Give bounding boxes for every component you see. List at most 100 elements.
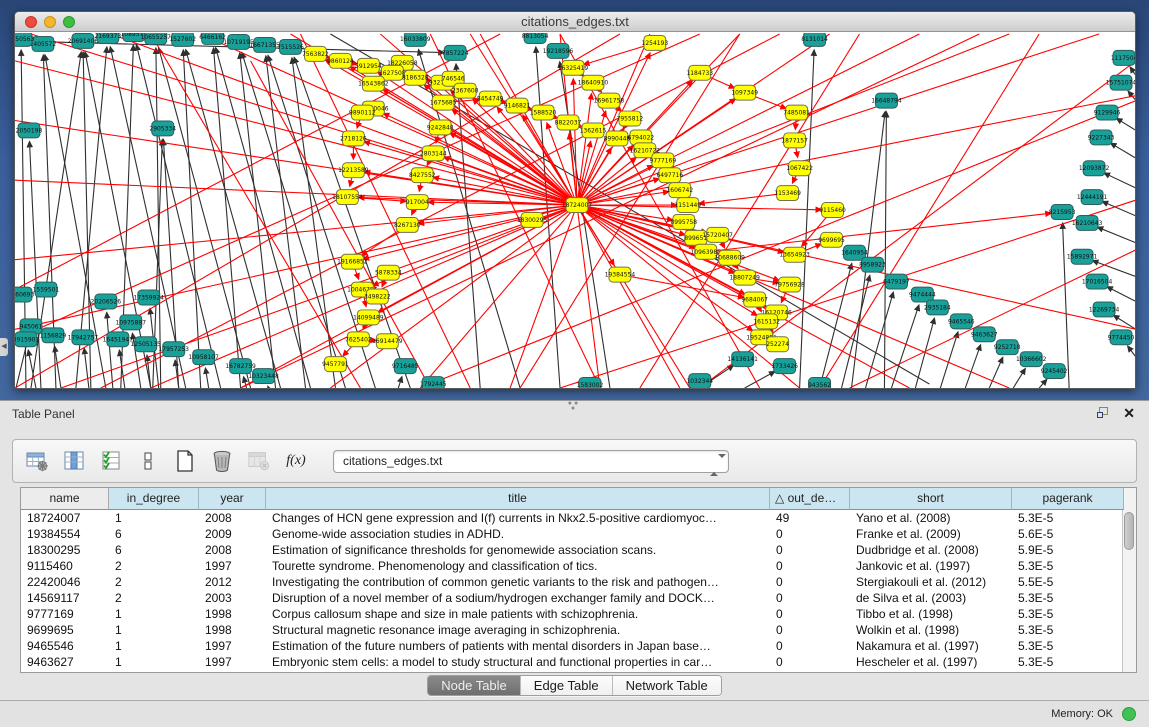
graph-node[interactable]: 7485081 (783, 105, 810, 120)
graph-node[interactable]: 12213589 (338, 163, 369, 178)
graph-node[interactable]: 10975887 (116, 315, 147, 330)
graph-node[interactable]: 1675685 (430, 95, 457, 110)
column-header-out_de[interactable]: △ out_de… (770, 488, 850, 510)
graph-node[interactable]: 1117504 (1111, 50, 1135, 65)
graph-node[interactable]: 9716485 (392, 359, 419, 374)
graph-node[interactable]: 1877157 (781, 133, 808, 148)
graph-node[interactable]: 2935184 (924, 300, 951, 315)
graph-node[interactable]: 6479197 (883, 274, 910, 289)
table-row[interactable]: 1872400712008Changes of HCN gene express… (21, 510, 1136, 526)
graph-node[interactable]: 9699695 (818, 232, 845, 247)
graph-node[interactable]: 13654923 (779, 247, 810, 262)
graph-node[interactable]: 8215953 (1049, 205, 1076, 220)
graph-node[interactable]: 2803144 (420, 146, 447, 161)
table-row[interactable]: 977716911998Corpus callosum shape and si… (21, 606, 1136, 622)
graph-node[interactable]: 14136141 (727, 352, 758, 367)
table-vertical-scrollbar[interactable] (1122, 510, 1136, 672)
graph-node[interactable]: 19166852 (337, 254, 368, 269)
graph-node[interactable]: 9860124 (327, 53, 354, 68)
graph-node[interactable]: 9146821 (504, 98, 531, 113)
graph-node[interactable]: 9227343 (1088, 130, 1115, 145)
graph-node[interactable]: 1184733 (686, 65, 713, 80)
graph-node[interactable]: 18640910 (578, 75, 609, 90)
graph-node[interactable]: 9890112 (349, 105, 376, 120)
node-table[interactable]: namein_degreeyeartitle△ out_de…shortpage… (20, 487, 1137, 673)
graph-node[interactable]: 2169373 (95, 33, 122, 43)
graph-node[interactable]: 9245402 (1041, 364, 1068, 379)
tab-edge-table[interactable]: Edge Table (521, 676, 613, 695)
table-row[interactable]: 946362711997Embryonic stem cells: a mode… (21, 654, 1136, 670)
graph-node[interactable]: 12505135 (131, 337, 162, 352)
table-selector-dropdown[interactable]: citations_edges.txt (333, 450, 729, 473)
graph-node[interactable]: 79756928 (774, 277, 805, 292)
graph-node[interactable]: 20206526 (91, 294, 122, 309)
graph-node[interactable]: 18107554 (332, 190, 363, 205)
table-row[interactable]: 911546021997Tourette syndrome. Phenomeno… (21, 558, 1136, 574)
graph-node[interactable]: 1615132 (753, 314, 780, 329)
column-header-in_degree[interactable]: in_degree (109, 488, 199, 510)
graph-node[interactable]: 8267130 (394, 217, 421, 232)
graph-node[interactable]: 1527602 (169, 33, 196, 46)
column-header-pagerank[interactable]: pagerank (1012, 488, 1124, 510)
graph-node[interactable]: 5878334 (375, 265, 402, 280)
graph-node[interactable]: 8995758 (670, 214, 697, 229)
graph-node[interactable]: 8958923 (859, 257, 886, 272)
graph-node[interactable]: 16451947 (103, 332, 134, 347)
graph-node[interactable]: 7857224 (442, 45, 469, 60)
graph-node[interactable]: 6466162 (199, 33, 226, 44)
control-panel-collapse-arrow-icon[interactable]: ◀ (0, 338, 8, 356)
graph-node[interactable]: 1583002 (577, 378, 604, 388)
graph-hub-node[interactable]: 18724007 (562, 198, 593, 213)
table-row[interactable]: 1456911722003Disruption of a novel membe… (21, 590, 1136, 606)
graph-node[interactable]: 17016504 (1082, 274, 1113, 289)
graph-node[interactable]: 1792445 (420, 377, 447, 388)
graph-node[interactable]: 1153469 (774, 186, 801, 201)
graph-node[interactable]: 14099489 (353, 310, 384, 325)
graph-node[interactable]: 1362615 (580, 123, 607, 138)
graph-node[interactable]: 2905334 (149, 121, 176, 136)
tab-network-table[interactable]: Network Table (613, 676, 721, 695)
graph-node[interactable]: 18807249 (729, 270, 760, 285)
graph-node[interactable]: 1156829 (40, 328, 67, 343)
graph-node[interactable]: 1606742 (666, 183, 693, 198)
graph-node[interactable]: 15892971 (1067, 249, 1098, 264)
graph-node[interactable]: 10688609 (714, 250, 745, 265)
column-header-name[interactable]: name (21, 488, 109, 510)
show-columns-icon[interactable] (62, 450, 86, 472)
graph-node[interactable]: 8813054 (522, 33, 549, 43)
graph-node[interactable]: 8990448 (604, 131, 631, 146)
graph-node[interactable]: 917004 (406, 195, 429, 210)
graph-node[interactable]: 1650563 (15, 33, 35, 46)
column-header-title[interactable]: title (266, 488, 770, 510)
graph-node[interactable]: 5912954 (355, 58, 382, 73)
graph-node[interactable]: 3915901 (15, 332, 39, 347)
graph-node[interactable]: 7625402 (345, 332, 372, 347)
graph-node[interactable]: 17957253 (158, 342, 189, 357)
table-row[interactable]: 946554611997Estimation of the future num… (21, 638, 1136, 654)
column-header-year[interactable]: year (199, 488, 266, 510)
select-columns-icon[interactable] (99, 450, 123, 472)
graph-node[interactable]: 8822037 (555, 115, 582, 130)
graph-node[interactable]: 2718126 (340, 131, 367, 146)
graph-node[interactable]: 17359924 (134, 290, 165, 305)
graph-node[interactable]: 1032344 (686, 374, 713, 388)
graph-node[interactable]: 8131014 (801, 33, 828, 46)
graph-node[interactable]: 16325419 (558, 60, 589, 75)
float-window-icon[interactable] (1097, 407, 1109, 419)
graph-node[interactable]: 1559501 (33, 282, 60, 297)
graph-node[interactable]: 10655257 (141, 33, 172, 44)
graph-node[interactable]: 12093872 (1079, 161, 1110, 176)
graph-node[interactable]: 16033809 (400, 33, 431, 46)
graph-node[interactable]: 16543862 (358, 76, 389, 91)
graph-node[interactable]: 7563822 (302, 46, 329, 61)
graph-node[interactable]: 8186328 (402, 70, 429, 85)
graph-node[interactable]: 18300295 (517, 212, 548, 227)
graph-node[interactable]: 9457791 (322, 357, 349, 372)
graph-node[interactable]: 9115460 (819, 203, 846, 218)
table-row[interactable]: 969969511998Structural magnetic resonanc… (21, 622, 1136, 638)
function-builder-icon[interactable]: f(x) (284, 450, 308, 472)
graph-node[interactable]: 1733426 (771, 359, 798, 374)
graph-node[interactable]: 7955812 (617, 111, 644, 126)
graph-node[interactable]: 9242848 (427, 120, 454, 135)
graph-node[interactable]: 9252718 (994, 340, 1021, 355)
